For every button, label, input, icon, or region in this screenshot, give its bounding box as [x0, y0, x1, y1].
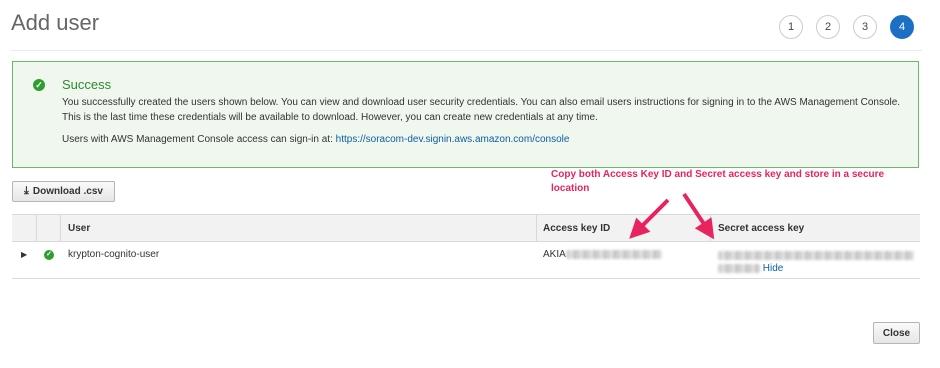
column-divider [36, 215, 37, 241]
table-header: User Access key ID Secret access key [12, 214, 920, 242]
success-message-line1: You successfully created the users shown… [62, 97, 901, 108]
hide-secret-link[interactable]: Hide [763, 263, 784, 274]
success-message: You successfully created the users shown… [62, 95, 912, 125]
console-signin-prefix: Users with AWS Management Console access… [62, 134, 336, 145]
column-header-access-key-id[interactable]: Access key ID [543, 223, 610, 234]
column-header-secret-access-key[interactable]: Secret access key [718, 223, 804, 234]
console-signin-text: Users with AWS Management Console access… [62, 134, 569, 145]
column-divider [710, 215, 711, 241]
title-divider [11, 50, 922, 51]
table-row: ▶ ✓ krypton-cognito-user AKIA Hide [12, 242, 920, 279]
annotation-callout: Copy both Access Key ID and Secret acces… [551, 169, 885, 194]
step-2[interactable]: 2 [816, 15, 840, 39]
secret-key-redacted [718, 250, 914, 260]
success-title: Success [62, 77, 112, 92]
download-csv-button[interactable]: ⤓ Download .csv [12, 181, 115, 202]
download-csv-label: Download .csv [32, 186, 103, 197]
close-button[interactable]: Close [873, 322, 920, 344]
wizard-steps: 1 2 3 4 [779, 15, 914, 39]
access-key-prefix: AKIA [543, 249, 566, 260]
secret-key-redacted [718, 263, 760, 273]
column-header-user[interactable]: User [68, 223, 90, 234]
success-message-line2: This is the last time these credentials … [62, 112, 598, 123]
download-icon: ⤓ [24, 185, 29, 197]
check-circle-icon: ✓ [44, 250, 54, 260]
step-4-active[interactable]: 4 [890, 15, 914, 39]
access-key-id-cell: AKIA [543, 249, 662, 260]
step-1[interactable]: 1 [779, 15, 803, 39]
expand-caret-icon[interactable]: ▶ [21, 250, 27, 259]
secret-access-key-cell: Hide [718, 249, 918, 275]
console-signin-link[interactable]: https://soracom-dev.signin.aws.amazon.co… [336, 134, 570, 145]
user-name-cell: krypton-cognito-user [68, 249, 160, 260]
success-alert: ✓ Success You successfully created the u… [12, 61, 919, 168]
access-key-redacted [565, 249, 662, 259]
check-circle-icon: ✓ [33, 79, 45, 91]
column-divider [536, 215, 537, 241]
column-divider [60, 215, 61, 241]
step-3[interactable]: 3 [853, 15, 877, 39]
page-title: Add user [11, 10, 100, 35]
